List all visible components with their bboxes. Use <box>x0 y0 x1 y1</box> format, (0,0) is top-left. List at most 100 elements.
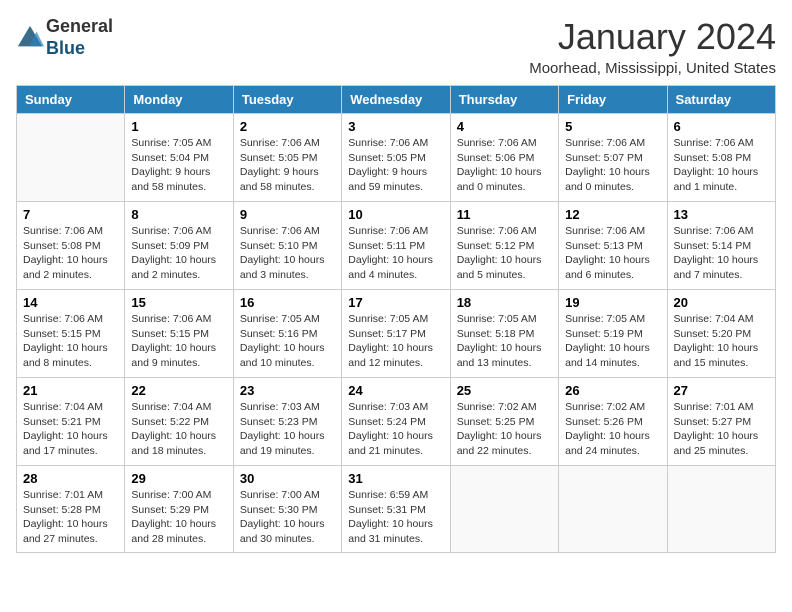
day-number: 10 <box>348 207 443 222</box>
day-number: 27 <box>674 383 769 398</box>
day-number: 4 <box>457 119 552 134</box>
calendar-cell-w1-d2: 1 Sunrise: 7:05 AMSunset: 5:04 PMDaylight… <box>125 114 233 202</box>
calendar-cell-w4-d2: 22Sunrise: 7:04 AMSunset: 5:22 PMDayligh… <box>125 378 233 466</box>
calendar-cell-w4-d3: 23 Sunrise: 7:03 AMSunset: 5:23 PMDayligh… <box>233 378 341 466</box>
header-wednesday: Wednesday <box>342 86 450 114</box>
day-info: Sunrise: 7:02 AMSunset: 5:25 PMDaylight:… <box>457 400 552 459</box>
day-info: Sunrise: 7:06 AMSunset: 5:11 PMDaylight:… <box>348 224 443 283</box>
header-monday: Monday <box>125 86 233 114</box>
calendar-cell-w5-d4: 31 Sunrise: 6:59 AMSunset: 5:31 PMDayligh… <box>342 466 450 553</box>
calendar-header-row: Sunday Monday Tuesday Wednesday Thursday… <box>17 86 776 114</box>
calendar-table: Sunday Monday Tuesday Wednesday Thursday… <box>16 85 776 553</box>
calendar-cell-w2-d6: 12 Sunrise: 7:06 AMSunset: 5:13 PMDayligh… <box>559 202 667 290</box>
day-number: 13 <box>674 207 769 222</box>
logo-icon <box>16 24 44 52</box>
calendar-week-5: 28 Sunrise: 7:01 AMSunset: 5:28 PMDayligh… <box>17 466 776 553</box>
day-info: Sunrise: 7:04 AMSunset: 5:20 PMDaylight:… <box>674 312 769 371</box>
day-info: Sunrise: 7:06 AMSunset: 5:15 PMDaylight:… <box>23 312 118 371</box>
day-number: 1 <box>131 119 226 134</box>
calendar-cell-w1-d4: 3 Sunrise: 7:06 AMSunset: 5:05 PMDaylight… <box>342 114 450 202</box>
day-info: Sunrise: 7:01 AMSunset: 5:27 PMDaylight:… <box>674 400 769 459</box>
calendar-week-4: 21 Sunrise: 7:04 AMSunset: 5:21 PMDayligh… <box>17 378 776 466</box>
calendar-cell-w1-d6: 5 Sunrise: 7:06 AMSunset: 5:07 PMDaylight… <box>559 114 667 202</box>
day-number: 28 <box>23 471 118 486</box>
calendar-cell-w1-d7: 6Sunrise: 7:06 AMSunset: 5:08 PMDaylight… <box>667 114 775 202</box>
calendar-cell-w4-d6: 26 Sunrise: 7:02 AMSunset: 5:26 PMDayligh… <box>559 378 667 466</box>
day-info: Sunrise: 7:05 AMSunset: 5:19 PMDaylight:… <box>565 312 660 371</box>
calendar-cell-w3-d2: 15 Sunrise: 7:06 AMSunset: 5:15 PMDayligh… <box>125 290 233 378</box>
header-saturday: Saturday <box>667 86 775 114</box>
day-info: Sunrise: 7:06 AMSunset: 5:05 PMDaylight:… <box>240 136 335 195</box>
day-number: 19 <box>565 295 660 310</box>
page-header: General Blue January 2024 Moorhead, Miss… <box>16 16 776 77</box>
calendar-cell-w3-d1: 14Sunrise: 7:06 AMSunset: 5:15 PMDayligh… <box>17 290 125 378</box>
day-number: 12 <box>565 207 660 222</box>
day-info: Sunrise: 7:06 AMSunset: 5:15 PMDaylight:… <box>131 312 226 371</box>
day-info: Sunrise: 7:02 AMSunset: 5:26 PMDaylight:… <box>565 400 660 459</box>
calendar-cell-w5-d6 <box>559 466 667 553</box>
calendar-cell-w2-d7: 13 Sunrise: 7:06 AMSunset: 5:14 PMDayligh… <box>667 202 775 290</box>
calendar-cell-w3-d7: 20Sunrise: 7:04 AMSunset: 5:20 PMDayligh… <box>667 290 775 378</box>
day-info: Sunrise: 7:00 AMSunset: 5:29 PMDaylight:… <box>131 488 226 547</box>
day-number: 31 <box>348 471 443 486</box>
day-number: 6 <box>674 119 769 134</box>
calendar-cell-w1-d1 <box>17 114 125 202</box>
day-info: Sunrise: 7:00 AMSunset: 5:30 PMDaylight:… <box>240 488 335 547</box>
day-number: 3 <box>348 119 443 134</box>
calendar-cell-w5-d1: 28 Sunrise: 7:01 AMSunset: 5:28 PMDayligh… <box>17 466 125 553</box>
day-number: 8 <box>131 207 226 222</box>
calendar-cell-w4-d5: 25 Sunrise: 7:02 AMSunset: 5:25 PMDayligh… <box>450 378 558 466</box>
day-number: 2 <box>240 119 335 134</box>
day-info: Sunrise: 7:06 AMSunset: 5:06 PMDaylight:… <box>457 136 552 195</box>
location: Moorhead, Mississippi, United States <box>529 60 776 77</box>
day-number: 23 <box>240 383 335 398</box>
day-info: Sunrise: 6:59 AMSunset: 5:31 PMDaylight:… <box>348 488 443 547</box>
day-number: 7 <box>23 207 118 222</box>
calendar-week-2: 7 Sunrise: 7:06 AMSunset: 5:08 PMDaylight… <box>17 202 776 290</box>
calendar-cell-w3-d5: 18Sunrise: 7:05 AMSunset: 5:18 PMDayligh… <box>450 290 558 378</box>
header-tuesday: Tuesday <box>233 86 341 114</box>
day-number: 17 <box>348 295 443 310</box>
calendar-week-1: 1 Sunrise: 7:05 AMSunset: 5:04 PMDaylight… <box>17 114 776 202</box>
logo-line2: Blue <box>46 38 113 60</box>
calendar-cell-w5-d3: 30Sunrise: 7:00 AMSunset: 5:30 PMDayligh… <box>233 466 341 553</box>
day-info: Sunrise: 7:06 AMSunset: 5:08 PMDaylight:… <box>23 224 118 283</box>
day-number: 5 <box>565 119 660 134</box>
day-info: Sunrise: 7:01 AMSunset: 5:28 PMDaylight:… <box>23 488 118 547</box>
calendar-cell-w3-d3: 16 Sunrise: 7:05 AMSunset: 5:16 PMDayligh… <box>233 290 341 378</box>
day-info: Sunrise: 7:03 AMSunset: 5:24 PMDaylight:… <box>348 400 443 459</box>
day-number: 21 <box>23 383 118 398</box>
day-number: 18 <box>457 295 552 310</box>
calendar-cell-w5-d2: 29Sunrise: 7:00 AMSunset: 5:29 PMDayligh… <box>125 466 233 553</box>
day-info: Sunrise: 7:06 AMSunset: 5:13 PMDaylight:… <box>565 224 660 283</box>
day-info: Sunrise: 7:06 AMSunset: 5:07 PMDaylight:… <box>565 136 660 195</box>
calendar-cell-w5-d5 <box>450 466 558 553</box>
day-info: Sunrise: 7:06 AMSunset: 5:10 PMDaylight:… <box>240 224 335 283</box>
calendar-cell-w3-d4: 17 Sunrise: 7:05 AMSunset: 5:17 PMDayligh… <box>342 290 450 378</box>
day-number: 25 <box>457 383 552 398</box>
day-number: 15 <box>131 295 226 310</box>
month-title: January 2024 <box>529 16 776 58</box>
day-info: Sunrise: 7:04 AMSunset: 5:21 PMDaylight:… <box>23 400 118 459</box>
day-info: Sunrise: 7:06 AMSunset: 5:12 PMDaylight:… <box>457 224 552 283</box>
day-number: 9 <box>240 207 335 222</box>
calendar-cell-w2-d4: 10 Sunrise: 7:06 AMSunset: 5:11 PMDayligh… <box>342 202 450 290</box>
title-section: January 2024 Moorhead, Mississippi, Unit… <box>529 16 776 77</box>
day-info: Sunrise: 7:05 AMSunset: 5:17 PMDaylight:… <box>348 312 443 371</box>
day-info: Sunrise: 7:03 AMSunset: 5:23 PMDaylight:… <box>240 400 335 459</box>
calendar-cell-w2-d3: 9 Sunrise: 7:06 AMSunset: 5:10 PMDaylight… <box>233 202 341 290</box>
calendar-cell-w3-d6: 19 Sunrise: 7:05 AMSunset: 5:19 PMDayligh… <box>559 290 667 378</box>
day-number: 24 <box>348 383 443 398</box>
day-info: Sunrise: 7:06 AMSunset: 5:05 PMDaylight:… <box>348 136 443 195</box>
day-number: 26 <box>565 383 660 398</box>
calendar-cell-w4-d4: 24 Sunrise: 7:03 AMSunset: 5:24 PMDayligh… <box>342 378 450 466</box>
logo-line1: General <box>46 16 113 38</box>
day-number: 22 <box>131 383 226 398</box>
logo-text: General Blue <box>46 16 113 59</box>
day-info: Sunrise: 7:05 AMSunset: 5:16 PMDaylight:… <box>240 312 335 371</box>
day-info: Sunrise: 7:06 AMSunset: 5:14 PMDaylight:… <box>674 224 769 283</box>
day-info: Sunrise: 7:05 AMSunset: 5:04 PMDaylight:… <box>131 136 226 195</box>
calendar-cell-w2-d2: 8Sunrise: 7:06 AMSunset: 5:09 PMDaylight… <box>125 202 233 290</box>
header-thursday: Thursday <box>450 86 558 114</box>
day-number: 16 <box>240 295 335 310</box>
